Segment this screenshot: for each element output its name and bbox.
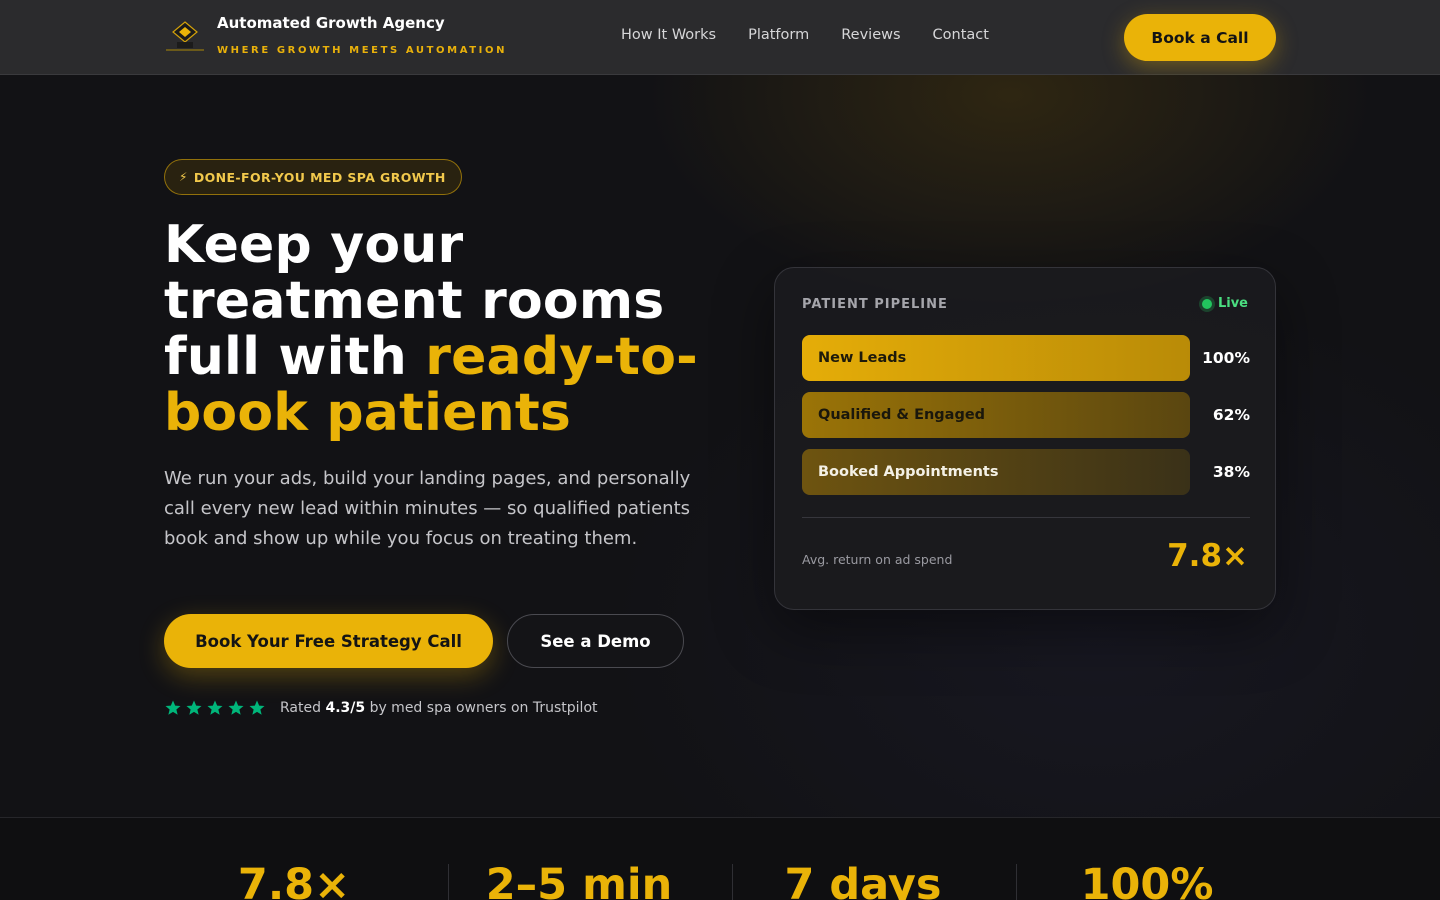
pipeline-title: PATIENT PIPELINE [802, 297, 948, 312]
brand-logo[interactable] [164, 20, 206, 54]
brand-tagline: WHERE GROWTH MEETS AUTOMATION [217, 45, 508, 56]
stat-value: 2–5 min [485, 860, 673, 900]
stage-bar-track: New Leads [802, 335, 1190, 381]
pipeline-stage: Booked Appointments 38% [802, 449, 1250, 495]
nav-link-reviews[interactable]: Reviews [841, 27, 900, 43]
hero-badge: ⚡ DONE-FOR-YOU MED SPA GROWTH [164, 159, 462, 195]
stage-bar-track: Qualified & Engaged [802, 392, 1190, 438]
trustpilot-rating: Rated 4.3/5 by med spa owners on Trustpi… [164, 697, 598, 719]
stat-divider [732, 864, 733, 900]
stage-percent: 62% [1212, 406, 1250, 424]
roas-value: 7.8× [1167, 538, 1248, 574]
live-status: Live [1217, 296, 1248, 311]
lightning-icon: ⚡ [179, 170, 188, 184]
star-icon [186, 700, 202, 715]
stage-percent: 100% [1202, 349, 1250, 367]
hero-headline: Keep your treatment rooms full with read… [164, 217, 724, 441]
patient-pipeline-card: PATIENT PIPELINE Live New Leads 100% Qua… [774, 267, 1276, 610]
rating-text: Rated 4.3/5 by med spa owners on Trustpi… [280, 700, 598, 716]
roas-label: Avg. return on ad spend [802, 552, 953, 567]
hero-subtext: We run your ads, build your landing page… [164, 468, 691, 549]
stage-label: Qualified & Engaged [818, 407, 986, 423]
star-icon [207, 700, 223, 715]
stage-percent: 38% [1212, 463, 1250, 481]
stage-bar-track: Booked Appointments [802, 449, 1190, 495]
star-icon [249, 700, 265, 715]
stage-label: Booked Appointments [818, 464, 999, 480]
top-navigation: Automated Growth Agency WHERE GROWTH MEE… [0, 0, 1440, 75]
pipeline-stage: New Leads 100% [802, 335, 1250, 381]
stat-value: 100% [1080, 860, 1214, 900]
rating-score: 4.3/5 [325, 700, 366, 716]
brand-name[interactable]: Automated Growth Agency [217, 14, 445, 32]
nav-link-platform[interactable]: Platform [748, 27, 809, 43]
star-icon [228, 700, 244, 715]
live-dot-icon [1201, 298, 1212, 309]
stat-divider [1016, 864, 1017, 900]
stat-divider [448, 864, 449, 900]
book-strategy-call-button[interactable]: Book Your Free Strategy Call [164, 614, 493, 668]
brand-logo-icon [166, 21, 204, 51]
card-divider [802, 517, 1250, 518]
rating-prefix: Rated [280, 700, 321, 716]
nav-link-how-it-works[interactable]: How It Works [621, 27, 716, 43]
rating-stars [164, 699, 266, 717]
live-indicator: Live [1201, 296, 1248, 311]
book-call-button[interactable]: Book a Call [1124, 14, 1276, 61]
nav-links: How It Works Platform Reviews Contact [621, 27, 1021, 43]
nav-link-contact[interactable]: Contact [933, 27, 989, 43]
rating-suffix: by med spa owners on Trustpilot [369, 700, 598, 716]
see-demo-button[interactable]: See a Demo [507, 614, 684, 668]
star-icon [165, 700, 181, 715]
stat-value: 7 days [784, 860, 942, 900]
stats-strip: 7.8× 2–5 min 7 days 100% [0, 817, 1440, 900]
stat-value: 7.8× [237, 860, 351, 900]
stage-label: New Leads [818, 350, 907, 366]
hero-badge-text: DONE-FOR-YOU MED SPA GROWTH [193, 169, 446, 185]
pipeline-stage: Qualified & Engaged 62% [802, 392, 1250, 438]
